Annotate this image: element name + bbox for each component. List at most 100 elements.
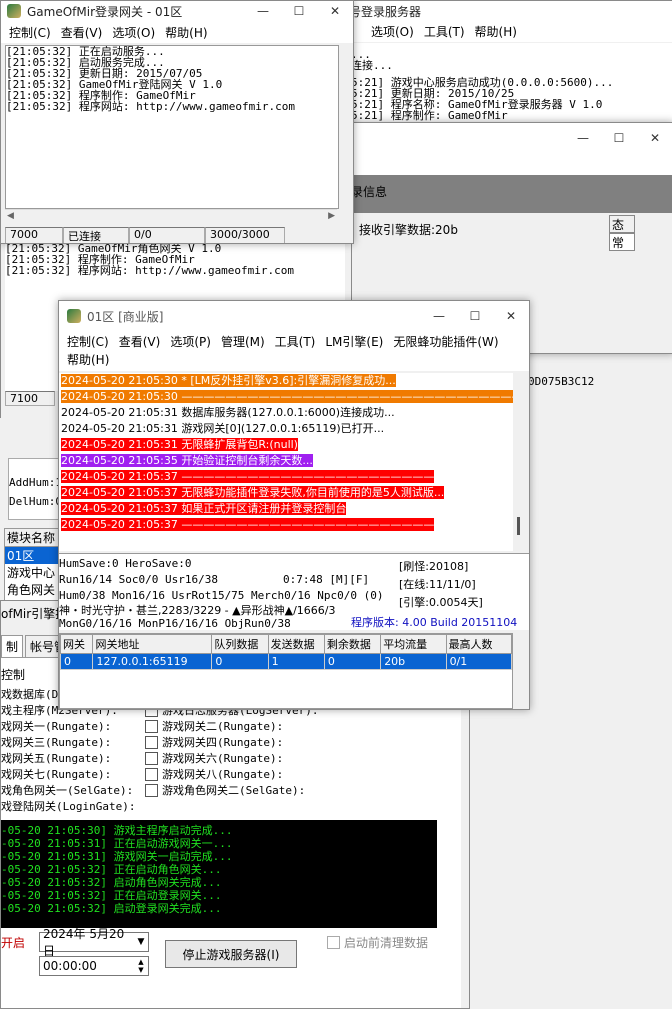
app-icon xyxy=(7,4,21,18)
main-titlebar[interactable]: 01区 [商业版] — ☐ ✕ xyxy=(59,301,529,331)
column-header[interactable]: 剩余数据 xyxy=(323,634,382,654)
stop-server-label: 停止游戏服务器(I) xyxy=(182,947,280,962)
service-label: 戏网关三(Rungate): xyxy=(1,735,112,749)
service-label: 戏网关五(Rungate): xyxy=(1,751,112,765)
column-header[interactable]: 队列数据 xyxy=(211,634,269,654)
column-header[interactable]: 平均流量 xyxy=(380,634,447,654)
service-checkbox-row[interactable]: 游戏网关二(Rungate): xyxy=(145,718,318,734)
checkbox[interactable] xyxy=(145,719,158,733)
checkbox[interactable] xyxy=(145,751,158,765)
menu-item[interactable]: 选项(P) xyxy=(166,333,217,351)
login-gate-title: GameOfMir登录网关 - 01区 xyxy=(27,4,183,19)
log-line: 2024-05-20 21:05:35 开始验证控制台剩余天数... xyxy=(61,453,513,469)
login-gate-statusbar: 7000 已连接 0/0 3000/3000 xyxy=(5,227,345,243)
console-line: -05-20 21:05:31] 游戏网关一启动完成... xyxy=(1,850,233,863)
table-cell: 20b xyxy=(380,653,447,670)
column-header[interactable]: 最高人数 xyxy=(445,634,512,654)
scroll-left-icon[interactable]: ◀ xyxy=(7,211,14,221)
log-text: 2024-05-20 21:05:31 无限蜂扩展背包R:(null) xyxy=(61,438,298,451)
module-item[interactable]: 游戏中心 xyxy=(5,564,61,581)
column-header[interactable]: 发送数据 xyxy=(267,634,325,654)
log-line: 2024-05-20 21:05:31 无限蜂扩展背包R:(null) xyxy=(61,437,513,453)
menu-item[interactable]: 工具(T) xyxy=(271,333,322,351)
time-picker[interactable]: 00:00:00 ▲ ▼ xyxy=(39,956,149,976)
hex-value: 0D075B3C12 xyxy=(528,375,595,388)
column-header[interactable]: 网关地址 xyxy=(92,634,213,654)
menu-item[interactable]: 帮助(H) xyxy=(161,22,213,43)
hum-counts: AddHum:1 DelHum:0 xyxy=(8,458,62,520)
log-text: 2024-05-20 21:05:37 无限蜂功能插件登录失败,你目前使用的是5… xyxy=(61,486,445,499)
maximize-icon[interactable]: ☐ xyxy=(601,131,637,145)
log-line: 2024-05-20 21:05:37 ————————————————————… xyxy=(61,469,513,485)
date-picker[interactable]: 2024年 5月20日 ▼ xyxy=(39,927,149,958)
checkbox[interactable] xyxy=(145,783,158,797)
menu-item[interactable]: 控制(C) xyxy=(63,333,115,351)
service-checkbox-row[interactable]: 游戏网关四(Rungate): xyxy=(145,734,318,750)
table-cell: 0/1 xyxy=(445,653,512,670)
minimize-icon[interactable]: — xyxy=(421,309,457,323)
service-checkbox-row[interactable]: 游戏角色网关二(SelGate): xyxy=(145,782,318,798)
stats-line: 神・时光守护・甚兰,2283/3229 - ▲异形战神▲/1666/3 xyxy=(59,604,336,617)
close-icon[interactable]: ✕ xyxy=(637,131,672,145)
menu-item[interactable]: 帮助(H) xyxy=(63,351,115,369)
minimize-icon[interactable]: — xyxy=(565,131,601,145)
service-checkbox-row[interactable]: 游戏网关六(Rungate): xyxy=(145,750,318,766)
menu-item[interactable]: 帮助(H) xyxy=(471,21,523,42)
login-server-titlebar[interactable]: 号登录服务器 xyxy=(331,1,672,21)
module-item[interactable]: 01区 xyxy=(5,547,61,564)
menu-item[interactable]: 选项(O) xyxy=(108,22,161,43)
close-icon[interactable]: ✕ xyxy=(317,4,353,18)
scroll-thumb[interactable] xyxy=(517,517,520,535)
login-gate-window: GameOfMir登录网关 - 01区 — ☐ ✕ 控制(C) 查看(V) 选项… xyxy=(0,0,354,244)
stats-line: Hum0/38 Mon16/16 UsrRot15/75 Merch0/16 N… xyxy=(59,589,384,602)
status-port: 7000 xyxy=(5,227,63,243)
del-hum: DelHum:0 xyxy=(9,495,62,508)
login-gate-menu: 控制(C) 查看(V) 选项(O) 帮助(H) xyxy=(1,21,353,43)
gate-table-header: 网关 网关地址 队列数据 发送数据 剩余数据 平均流量 最高人数 xyxy=(60,634,512,654)
checkbox[interactable] xyxy=(327,936,340,949)
module-item[interactable]: 角色网关 xyxy=(5,581,61,598)
spin-icon[interactable]: ▲ ▼ xyxy=(134,958,148,974)
tab-control[interactable]: 制 xyxy=(1,635,24,657)
service-checkbox-row[interactable]: 游戏网关八(Rungate): xyxy=(145,766,318,782)
scroll-right-icon[interactable]: ▶ xyxy=(328,211,335,221)
side-panel: AddHum:1 DelHum:0 模块名称 01区 游戏中心 角色网关 xyxy=(0,418,62,602)
log-line: 2024-05-20 21:05:30 ————————————————————… xyxy=(61,389,513,405)
recv-data-label: 接收引擎数据:20b xyxy=(359,223,458,237)
menu-item[interactable]: LM引擎(E) xyxy=(321,333,389,351)
gate-table-scrollbar[interactable] xyxy=(513,633,527,707)
login-server-title: 号登录服务器 xyxy=(349,4,422,19)
close-icon[interactable]: ✕ xyxy=(493,309,529,323)
maximize-icon[interactable]: ☐ xyxy=(281,4,317,18)
info-window-titlebar[interactable]: — ☐ ✕ xyxy=(331,123,672,153)
login-gate-hscroll[interactable]: ◀ ▶ xyxy=(5,209,337,224)
minimize-icon[interactable]: — xyxy=(245,4,281,18)
main-log-scrollbar[interactable] xyxy=(513,373,527,551)
console-line: -05-20 21:05:30] 游戏主程序启动完成... xyxy=(1,824,233,837)
gate-table-wrap: 网关 网关地址 队列数据 发送数据 剩余数据 平均流量 最高人数 0 127.0.0.1:65… xyxy=(59,633,513,709)
menu-item[interactable]: 工具(T) xyxy=(420,21,471,42)
pre-clean-option[interactable]: 启动前清理数据 xyxy=(327,934,428,951)
menu-item[interactable]: 选项(O) xyxy=(367,21,420,42)
stop-server-button[interactable]: 停止游戏服务器(I) xyxy=(165,940,297,968)
maximize-icon[interactable]: ☐ xyxy=(457,309,493,323)
menu-item[interactable]: 管理(M) xyxy=(217,333,271,351)
chevron-down-icon[interactable]: ▼ xyxy=(134,937,148,947)
menu-item[interactable]: 查看(V) xyxy=(115,333,167,351)
menu-item[interactable]: 无限蜂功能插件(W) xyxy=(389,333,504,351)
log-text: 2024-05-20 21:05:30 ————————————————————… xyxy=(61,390,513,403)
service-label: 戏网关一(Rungate): xyxy=(1,719,112,733)
console-line: -05-20 21:05:32] 正在启动登录网关... xyxy=(1,889,222,902)
log-text: 2024-05-20 21:05:31 数据库服务器(127.0.0.1:600… xyxy=(61,406,395,419)
table-row[interactable]: 0 127.0.0.1:65119 0 1 0 20b 0/1 xyxy=(60,653,512,670)
table-cell: 0 xyxy=(323,653,382,670)
column-header[interactable]: 网关 xyxy=(60,634,94,654)
log-text: 2024-05-20 21:05:31 游戏网关[0](127.0.0.1:65… xyxy=(61,422,385,435)
log-line: [21:05:32] 程序网站: http://www.gameofmir.co… xyxy=(5,264,295,277)
checkbox[interactable] xyxy=(145,735,158,749)
menu-item[interactable]: 查看(V) xyxy=(57,22,109,43)
checkbox[interactable] xyxy=(145,767,158,781)
console-output: -05-20 21:05:30] 游戏主程序启动完成... -05-20 21:… xyxy=(1,820,437,928)
menu-item[interactable]: 控制(C) xyxy=(5,22,57,43)
login-gate-titlebar[interactable]: GameOfMir登录网关 - 01区 — ☐ ✕ xyxy=(1,1,353,21)
